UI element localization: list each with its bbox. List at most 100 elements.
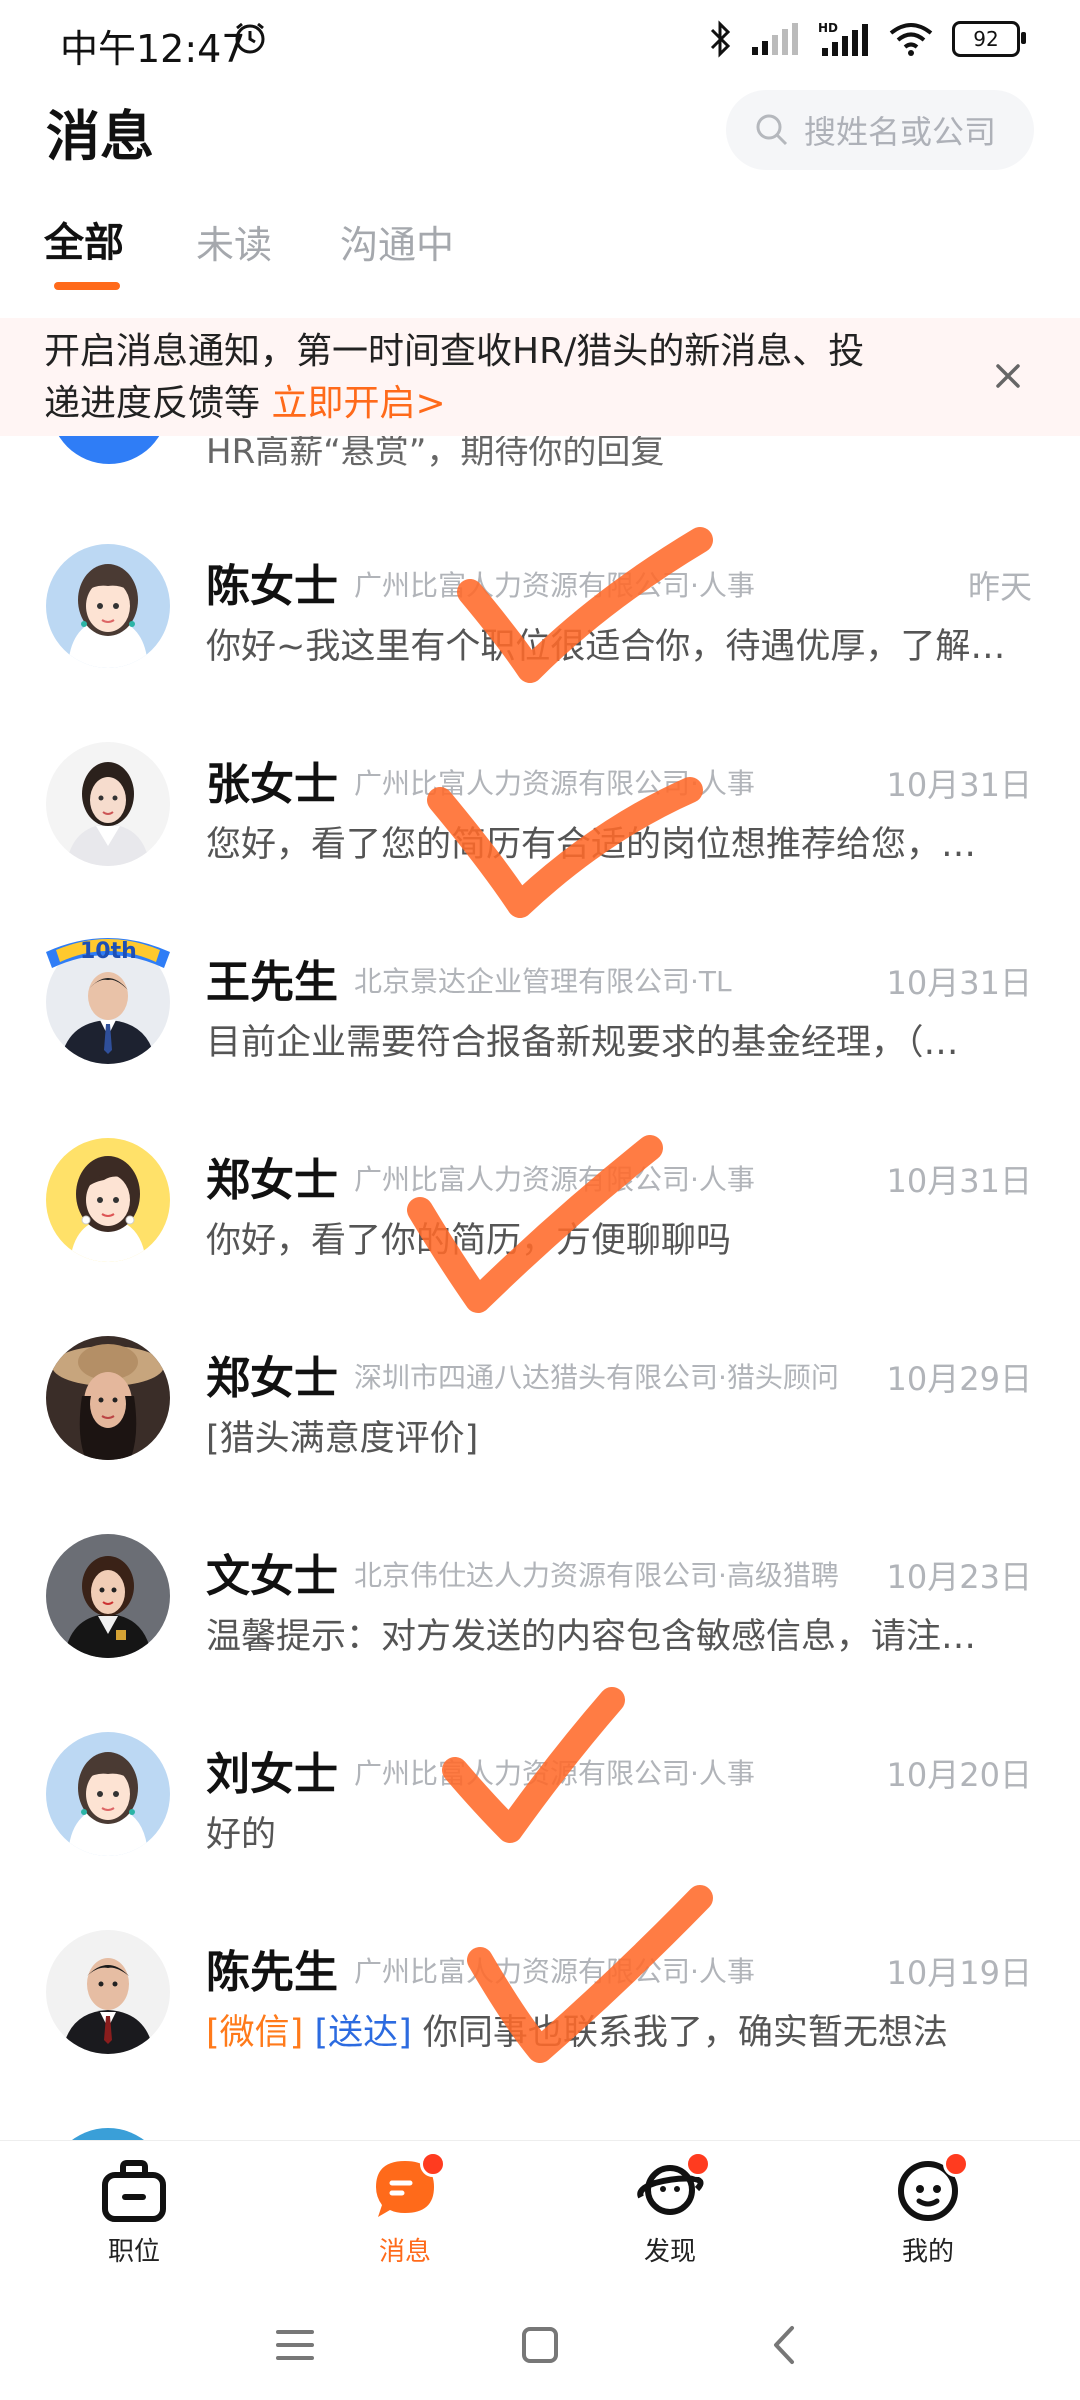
message-preview: 你好~我这里有个职位很适合你，待遇优厚，了解…	[206, 627, 1006, 667]
list-item-partial[interactable]: HR高薪“悬赏”，期待你的回复	[0, 436, 1080, 476]
menu-icon[interactable]	[270, 2320, 320, 2370]
status-bar: 中午12:47 HD 92	[0, 0, 1080, 80]
home-icon[interactable]	[515, 2320, 565, 2370]
banner-line-1: 开启消息通知，第一时间查收HR/猎头的新消息、投	[44, 331, 865, 372]
message-preview: 温馨提示：对方发送的内容包含敏感信息，请注…	[206, 1617, 977, 1657]
message-preview: 您好，看了您的简历有合适的岗位想推荐给您，…	[206, 825, 977, 865]
filter-tabs: 全部 未读 沟通中	[0, 210, 1080, 290]
tab-label: 职位	[107, 2237, 160, 2267]
status-time: 中午12:47	[60, 27, 246, 71]
conversation-item[interactable]: 陈女士 广州比富人力资源有限公司·人事 昨天 你好~我这里有个职位很适合你，待遇…	[0, 544, 1080, 742]
contact-name: 郑女士	[206, 1155, 338, 1206]
tab-profile[interactable]: 我的	[868, 2151, 988, 2268]
contact-name: 陈先生	[206, 1947, 338, 1998]
avatar	[46, 1534, 170, 1658]
avatar	[46, 1930, 170, 2054]
avatar	[46, 544, 170, 668]
delivered-tag: [送达]	[314, 2013, 412, 2053]
message-preview: [猎头满意度评价]	[206, 1419, 479, 1459]
message-date: 10月31日	[886, 766, 1032, 804]
company-info: 北京景达企业管理有限公司·TL	[354, 965, 732, 998]
avatar: 10th	[46, 938, 170, 1064]
search-placeholder: 搜姓名或公司	[804, 113, 997, 151]
conversation-item[interactable]: 10th 王先生 北京景达企业管理有限公司·TL 10月31日 目前企业需要符合…	[0, 938, 1080, 1138]
message-date: 10月20日	[886, 1756, 1032, 1794]
tab-jobs[interactable]: 职位	[74, 2155, 194, 2268]
message-text: 你同事也联系我了，确实暂无想法	[422, 2013, 948, 2053]
search-input[interactable]: 搜姓名或公司	[726, 90, 1034, 170]
contact-name: 陈女士	[206, 561, 338, 612]
contact-name: 张女士	[206, 759, 338, 810]
company-info: 北京伟仕达人力资源有限公司·高级猎聘	[354, 1559, 839, 1592]
message-preview: HR高薪“悬赏”，期待你的回复	[206, 436, 665, 472]
message-date: 10月31日	[886, 964, 1032, 1002]
message-date: 10月19日	[886, 1954, 1032, 1992]
search-icon	[756, 114, 788, 146]
tab-label: 我的	[901, 2237, 954, 2267]
message-date: 昨天	[967, 568, 1032, 606]
message-date: 10月31日	[886, 1162, 1032, 1200]
bottom-tab-bar: 职位 消息 发现 我的	[0, 2140, 1080, 2281]
avatar	[50, 436, 168, 464]
close-icon[interactable]	[986, 354, 1030, 398]
battery-level: 92	[973, 27, 999, 51]
contact-name: 刘女士	[206, 1749, 338, 1800]
conversation-item[interactable]: 陈先生 广州比富人力资源有限公司·人事 10月19日 [微信] [送达] 你同事…	[0, 1930, 1080, 2128]
company-info: 广州比富人力资源有限公司·人事	[354, 767, 755, 800]
system-navigation-bar	[0, 2280, 1080, 2400]
company-info: 广州比富人力资源有限公司·人事	[354, 1955, 755, 1988]
banner-line-2: 递进度反馈等	[44, 383, 272, 424]
message-preview: 目前企业需要符合报备新规要求的基金经理，（…	[206, 1023, 959, 1063]
company-info: 广州比富人力资源有限公司·人事	[354, 1163, 755, 1196]
tab-communicating[interactable]: 沟通中	[340, 214, 454, 269]
avatar	[46, 1336, 170, 1460]
conversation-item[interactable]: 郑女士 深圳市四通八达猎头有限公司·猎头顾问 10月29日 [猎头满意度评价]	[0, 1336, 1080, 1534]
svg-text:HD: HD	[818, 21, 838, 35]
hd-signal-icon: HD	[818, 21, 868, 56]
message-preview: 好的	[206, 1815, 277, 1855]
message-icon	[370, 2151, 446, 2225]
page-title: 消息	[46, 105, 154, 168]
tab-all[interactable]: 全部	[44, 210, 124, 268]
tab-messages[interactable]: 消息	[345, 2151, 465, 2268]
message-preview: [微信] [送达] 你同事也联系我了，确实暂无想法	[206, 2004, 1026, 2055]
badge-text: 10th	[80, 939, 137, 964]
message-date: 10月23日	[886, 1558, 1032, 1596]
alarm-icon	[235, 22, 265, 54]
notification-banner: 开启消息通知，第一时间查收HR/猎头的新消息、投 递进度反馈等 立即开启>	[0, 318, 1080, 436]
company-info: 广州比富人力资源有限公司·人事	[354, 569, 755, 602]
avatar	[46, 742, 170, 866]
company-info: 深圳市四通八达猎头有限公司·猎头顾问	[354, 1361, 839, 1394]
anniversary-badge: 10th	[46, 938, 170, 968]
conversation-item[interactable]: 刘女士 广州比富人力资源有限公司·人事 10月20日 好的	[0, 1732, 1080, 1930]
conversation-item[interactable]: 张女士 广州比富人力资源有限公司·人事 10月31日 您好，看了您的简历有合适的…	[0, 742, 1080, 940]
tab-label: 消息	[378, 2237, 431, 2267]
briefcase-icon	[99, 2155, 169, 2225]
unread-dot	[685, 2151, 711, 2177]
tab-label: 发现	[643, 2237, 696, 2267]
conversation-item[interactable]: 郑女士 广州比富人力资源有限公司·人事 10月31日 你好，看了你的简历，方便聊…	[0, 1138, 1080, 1336]
avatar	[46, 1732, 170, 1856]
planet-icon	[635, 2151, 711, 2225]
signal-icon	[752, 23, 798, 55]
wechat-tag: [微信]	[206, 2013, 304, 2053]
contact-name: 王先生	[206, 957, 338, 1008]
tab-unread[interactable]: 未读	[196, 214, 272, 269]
contact-name: 郑女士	[206, 1353, 338, 1404]
message-preview: 你好，看了你的简历，方便聊聊吗	[206, 1221, 732, 1261]
bluetooth-icon	[710, 20, 731, 58]
tab-underline	[54, 282, 120, 290]
conversation-item[interactable]: 文女士 北京伟仕达人力资源有限公司·高级猎聘 10月23日 温馨提示：对方发送的…	[0, 1534, 1080, 1732]
unread-dot	[943, 2151, 969, 2177]
enable-notification-link[interactable]: 立即开启>	[271, 383, 445, 424]
contact-name: 文女士	[206, 1551, 338, 1602]
banner-text: 开启消息通知，第一时间查收HR/猎头的新消息、投 递进度反馈等 立即开启>	[44, 326, 944, 430]
unread-dot	[420, 2151, 446, 2177]
tab-discover[interactable]: 发现	[610, 2151, 730, 2268]
company-info: 广州比富人力资源有限公司·人事	[354, 1757, 755, 1790]
wifi-icon	[889, 23, 933, 56]
battery-indicator: 92	[952, 21, 1026, 57]
smile-face-icon	[893, 2151, 969, 2225]
message-date: 10月29日	[886, 1360, 1032, 1398]
back-icon[interactable]	[760, 2320, 810, 2370]
